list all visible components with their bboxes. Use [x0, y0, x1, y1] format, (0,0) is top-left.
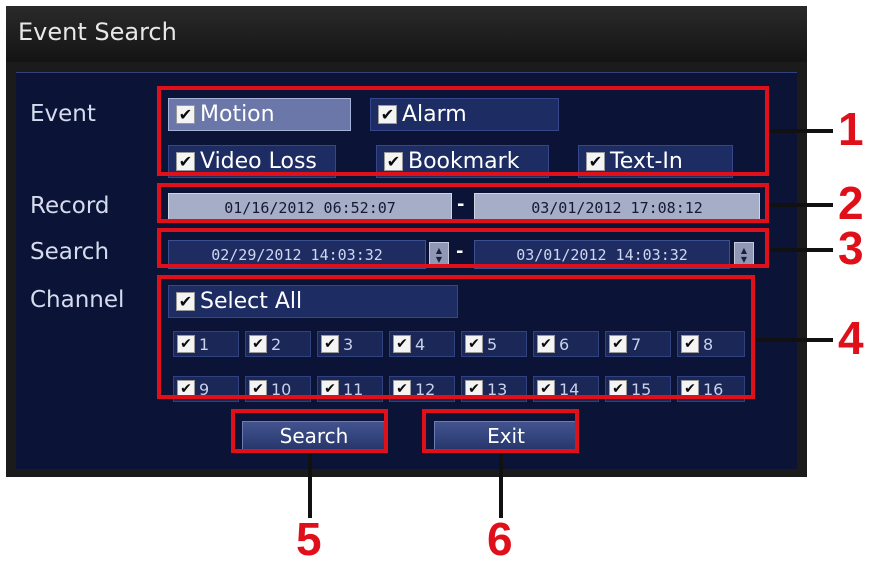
callout-number-6: 6 [487, 513, 513, 565]
check-icon: ✔ [384, 152, 403, 171]
callout-number-1: 1 [838, 103, 864, 155]
event-motion-label: Motion [200, 102, 275, 127]
event-text-in-label: Text-In [610, 149, 683, 174]
title-bar: Event Search [6, 6, 807, 62]
channel-8-checkbox[interactable]: ✔ 8 [677, 331, 745, 357]
check-icon: ✔ [586, 152, 605, 171]
channel-6-label: 6 [559, 334, 570, 354]
channel-4-checkbox[interactable]: ✔ 4 [389, 331, 455, 357]
event-video-loss-label: Video Loss [200, 149, 317, 174]
check-icon: ✔ [177, 380, 195, 398]
search-end-spinner[interactable]: ▲ ▼ [734, 242, 754, 267]
channel-4-label: 4 [415, 334, 426, 354]
check-icon: ✔ [176, 152, 195, 171]
channel-1-checkbox[interactable]: ✔ 1 [173, 331, 239, 357]
channel-3-label: 3 [343, 334, 354, 354]
select-all-label: Select All [200, 289, 303, 314]
callout-number-5: 5 [296, 513, 322, 565]
check-icon: ✔ [537, 380, 555, 398]
leader-line-1 [769, 129, 833, 133]
leader-line-5 [308, 453, 312, 518]
channel-14-label: 14 [559, 379, 580, 399]
check-icon: ✔ [378, 105, 397, 124]
check-icon: ✔ [321, 380, 339, 398]
callout-number-3: 3 [838, 222, 864, 274]
leader-line-6 [499, 453, 503, 518]
event-bookmark-label: Bookmark [408, 149, 520, 174]
spin-down-icon[interactable]: ▼ [741, 255, 747, 264]
channel-11-label: 11 [343, 379, 364, 399]
leader-line-4 [755, 338, 833, 342]
channel-5-checkbox[interactable]: ✔ 5 [461, 331, 527, 357]
channel-9-label: 9 [199, 379, 210, 399]
channel-11-checkbox[interactable]: ✔ 11 [317, 376, 383, 402]
channel-16-checkbox[interactable]: ✔ 16 [677, 376, 745, 402]
check-icon: ✔ [681, 335, 699, 353]
channel-8-label: 8 [703, 334, 714, 354]
leader-line-2 [769, 203, 833, 207]
event-text-in-checkbox[interactable]: ✔ Text-In [578, 145, 733, 178]
spin-up-icon[interactable]: ▲ [741, 246, 747, 255]
channel-13-checkbox[interactable]: ✔ 13 [461, 376, 527, 402]
channel-1-label: 1 [199, 334, 210, 354]
channel-15-label: 15 [631, 379, 652, 399]
event-alarm-label: Alarm [402, 102, 467, 127]
channel-2-checkbox[interactable]: ✔ 2 [245, 331, 311, 357]
event-bookmark-checkbox[interactable]: ✔ Bookmark [376, 145, 549, 178]
channel-12-checkbox[interactable]: ✔ 12 [389, 376, 455, 402]
channel-13-label: 13 [487, 379, 508, 399]
check-icon: ✔ [321, 335, 339, 353]
select-all-checkbox[interactable]: ✔ Select All [168, 285, 458, 318]
check-icon: ✔ [393, 380, 411, 398]
channel-2-label: 2 [271, 334, 282, 354]
event-search-dialog: Event Search Event Record Search Channel… [6, 6, 807, 477]
dialog-body: Event Record Search Channel ✔ Motion ✔ A… [16, 72, 797, 469]
check-icon: ✔ [177, 335, 195, 353]
check-icon: ✔ [609, 335, 627, 353]
check-icon: ✔ [176, 105, 195, 124]
channel-16-label: 16 [703, 379, 724, 399]
spin-down-icon[interactable]: ▼ [436, 255, 442, 264]
channel-label: Channel [30, 287, 125, 313]
channel-15-checkbox[interactable]: ✔ 15 [605, 376, 671, 402]
leader-line-3 [769, 248, 833, 252]
channel-14-checkbox[interactable]: ✔ 14 [533, 376, 599, 402]
exit-button[interactable]: Exit [434, 421, 578, 451]
search-button[interactable]: Search [242, 421, 386, 451]
record-end-field: 03/01/2012 17:08:12 [474, 193, 760, 222]
event-label: Event [30, 101, 96, 127]
event-motion-checkbox[interactable]: ✔ Motion [168, 98, 351, 131]
channel-10-label: 10 [271, 379, 292, 399]
channel-10-checkbox[interactable]: ✔ 10 [245, 376, 311, 402]
check-icon: ✔ [465, 380, 483, 398]
record-range-separator: - [457, 194, 465, 215]
check-icon: ✔ [393, 335, 411, 353]
record-label: Record [30, 193, 110, 219]
check-icon: ✔ [609, 380, 627, 398]
search-start-spinner[interactable]: ▲ ▼ [429, 242, 449, 267]
check-icon: ✔ [537, 335, 555, 353]
search-end-field[interactable]: 03/01/2012 14:03:32 [474, 240, 730, 269]
spin-up-icon[interactable]: ▲ [436, 246, 442, 255]
check-icon: ✔ [249, 380, 267, 398]
check-icon: ✔ [249, 335, 267, 353]
search-label: Search [30, 239, 110, 265]
callout-number-4: 4 [838, 312, 864, 364]
search-start-field[interactable]: 02/29/2012 14:03:32 [168, 240, 426, 269]
channel-5-label: 5 [487, 334, 498, 354]
check-icon: ✔ [465, 335, 483, 353]
channel-3-checkbox[interactable]: ✔ 3 [317, 331, 383, 357]
check-icon: ✔ [681, 380, 699, 398]
event-alarm-checkbox[interactable]: ✔ Alarm [370, 98, 559, 131]
channel-12-label: 12 [415, 379, 436, 399]
channel-7-label: 7 [631, 334, 642, 354]
check-icon: ✔ [176, 292, 195, 311]
event-video-loss-checkbox[interactable]: ✔ Video Loss [168, 145, 336, 178]
channel-9-checkbox[interactable]: ✔ 9 [173, 376, 239, 402]
search-range-separator: - [456, 241, 464, 262]
channel-7-checkbox[interactable]: ✔ 7 [605, 331, 671, 357]
dialog-title: Event Search [18, 18, 177, 46]
record-start-field: 01/16/2012 06:52:07 [168, 193, 452, 222]
channel-6-checkbox[interactable]: ✔ 6 [533, 331, 599, 357]
